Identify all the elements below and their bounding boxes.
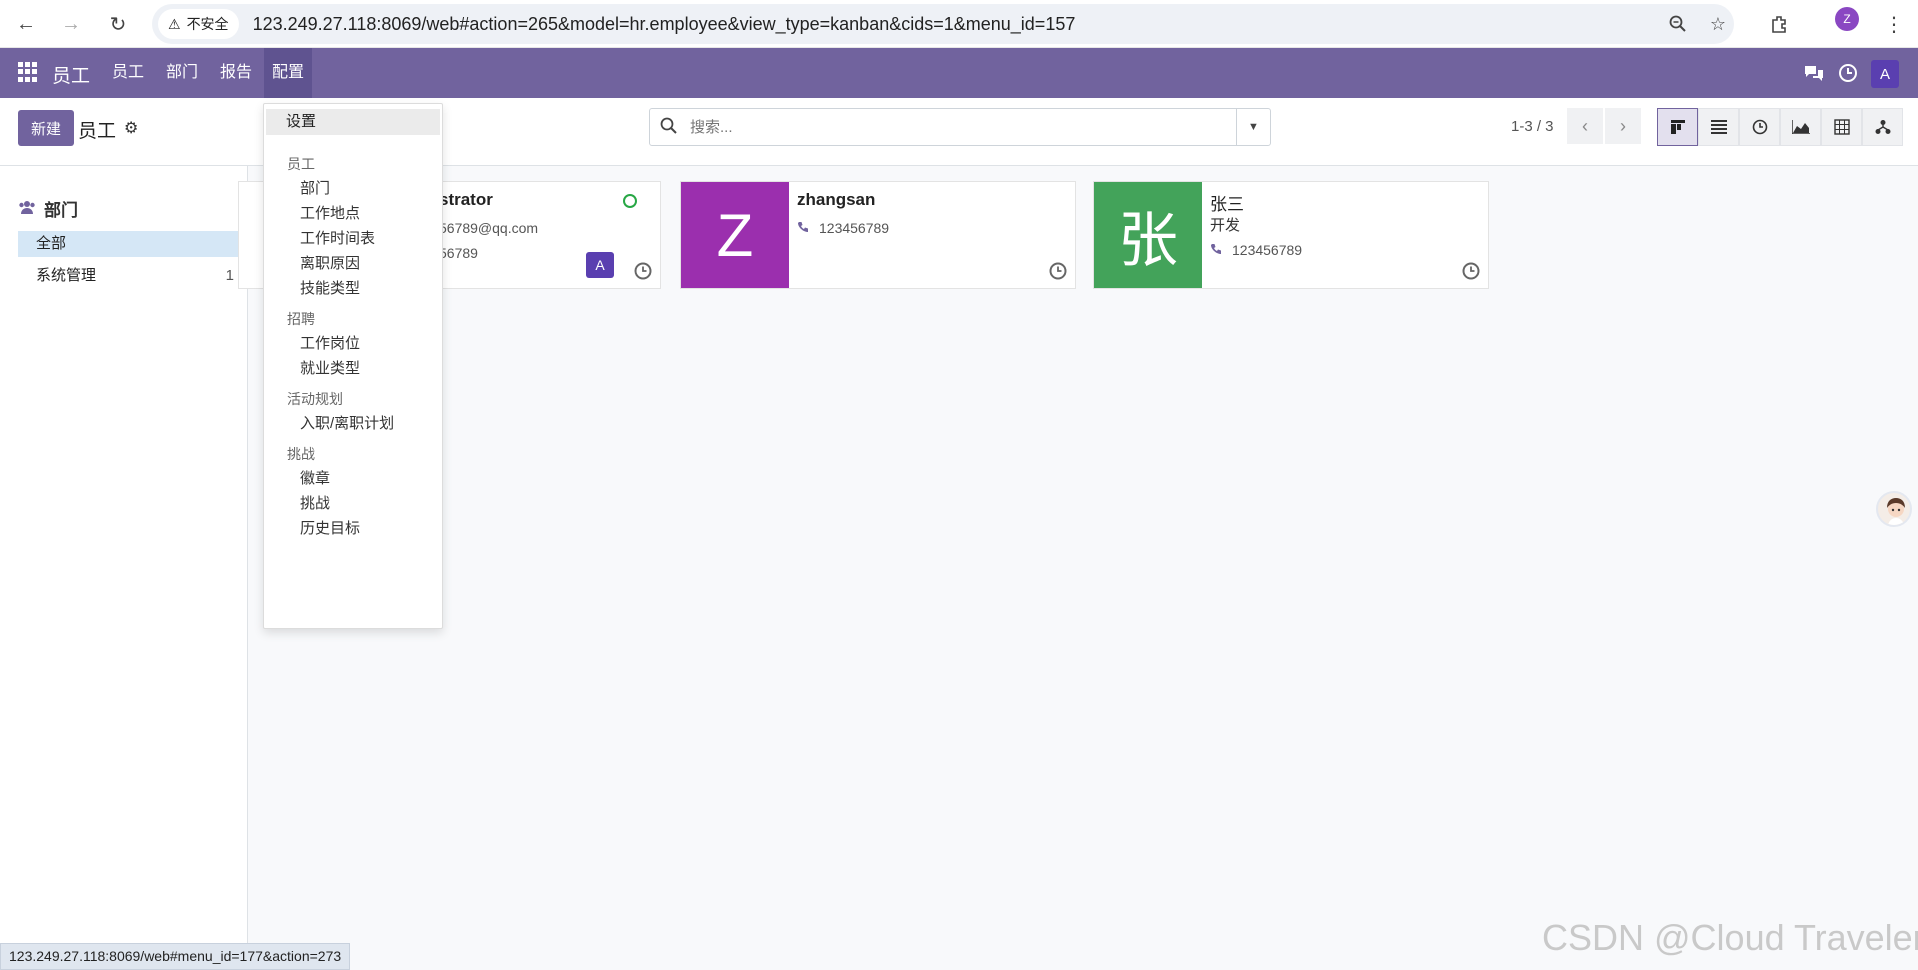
configuration-dropdown: 设置 员工 部门 工作地点 工作时间表 离职原因 技能类型 招聘 工作岗位 就业…: [263, 103, 443, 629]
users-icon: [18, 199, 36, 219]
department-sidebar: 部门 全部 系统管理 1: [0, 166, 248, 970]
menu-reports[interactable]: 报告: [212, 48, 260, 98]
address-bar[interactable]: ⚠ 不安全 123.249.27.118:8069/web#action=265…: [152, 4, 1734, 44]
menu-departments[interactable]: 部门: [158, 48, 206, 98]
dropdown-header: 招聘: [287, 311, 315, 327]
activity-clock-icon[interactable]: [1836, 61, 1860, 85]
main-navbar: 员工 员工 部门 报告 配置 A: [0, 48, 1918, 98]
phone-icon: [797, 220, 809, 236]
dropdown-item-settings[interactable]: 设置: [266, 109, 440, 135]
warning-icon: ⚠: [168, 15, 181, 32]
dropdown-item[interactable]: 离职原因: [300, 252, 360, 273]
search-box: ▼: [649, 108, 1271, 146]
dropdown-item[interactable]: 入职/离职计划: [300, 412, 394, 433]
employee-card[interactable]: 张 张三 开发 123456789: [1093, 181, 1489, 289]
employee-name: strator: [439, 190, 493, 209]
sidebar-item-all[interactable]: 全部: [18, 231, 242, 257]
graph-view-icon[interactable]: [1780, 108, 1821, 146]
back-icon[interactable]: ←: [8, 6, 44, 42]
menu-employees[interactable]: 员工: [104, 48, 152, 98]
gear-icon[interactable]: ⚙: [124, 118, 138, 138]
forward-icon[interactable]: →: [53, 6, 89, 42]
link-status-bar: 123.249.27.118:8069/web#menu_id=177&acti…: [0, 943, 351, 970]
pivot-view-icon[interactable]: [1821, 108, 1862, 146]
dropdown-item[interactable]: 就业类型: [300, 357, 360, 378]
presence-status-icon: [623, 194, 637, 208]
pager-next-icon[interactable]: ›: [1605, 108, 1641, 144]
url-text[interactable]: 123.249.27.118:8069/web#action=265&model…: [253, 14, 1076, 35]
sidebar-header: 部门: [18, 196, 78, 221]
user-badge: A: [586, 252, 614, 278]
kanban-area: strator 56789@qq.com 56789 A Z zhangsan …: [238, 166, 1918, 970]
menu-configuration[interactable]: 配置: [264, 48, 313, 98]
assistant-avatar-icon[interactable]: [1876, 491, 1912, 527]
employee-name: 张三: [1210, 195, 1244, 214]
dropdown-item[interactable]: 工作地点: [300, 202, 360, 223]
employee-phone-line: 123456789: [797, 220, 889, 236]
chat-icon[interactable]: [1802, 61, 1826, 85]
list-view-icon[interactable]: [1698, 108, 1739, 146]
employee-phone-line: 123456789: [1210, 242, 1302, 258]
bookmark-star-icon[interactable]: ☆: [1704, 10, 1732, 38]
search-icon: [660, 117, 678, 139]
zoom-icon[interactable]: [1664, 10, 1692, 38]
sidebar-item-system-admin[interactable]: 系统管理 1: [18, 263, 242, 289]
profile-avatar[interactable]: Z: [1835, 7, 1859, 31]
employee-avatar: Z: [681, 182, 789, 288]
security-chip[interactable]: ⚠ 不安全: [158, 9, 239, 39]
dropdown-header: 员工: [287, 156, 315, 172]
dropdown-item[interactable]: 工作岗位: [300, 332, 360, 353]
employee-email: 56789@qq.com: [439, 220, 539, 236]
insecure-label: 不安全: [186, 16, 229, 32]
activity-view-icon[interactable]: [1739, 108, 1780, 146]
kebab-menu-icon[interactable]: ⋮: [1876, 6, 1912, 42]
view-switcher: [1657, 108, 1903, 146]
apps-grid-icon[interactable]: [18, 62, 38, 82]
employee-phone: 56789: [439, 245, 478, 261]
pager-previous-icon[interactable]: ‹: [1567, 108, 1603, 144]
employee-card[interactable]: Z zhangsan 123456789: [680, 181, 1076, 289]
dropdown-item[interactable]: 徽章: [300, 467, 330, 488]
sidebar-item-label: 系统管理: [36, 267, 97, 284]
dropdown-item[interactable]: 挑战: [300, 492, 330, 513]
pager-value[interactable]: 1-3 / 3: [1511, 118, 1554, 135]
page-title: 员工: [78, 121, 117, 142]
new-button[interactable]: 新建: [18, 110, 74, 146]
phone-icon: [1210, 242, 1222, 258]
dropdown-item[interactable]: 部门: [300, 177, 330, 198]
activity-clock-icon[interactable]: [634, 262, 652, 280]
sidebar-item-count: 1: [225, 267, 234, 284]
dropdown-header: 挑战: [287, 446, 315, 462]
employee-phone: 123456789: [1232, 242, 1303, 258]
employee-job: 开发: [1210, 217, 1241, 234]
activity-clock-icon[interactable]: [1462, 262, 1480, 280]
sidebar-item-label: 全部: [36, 235, 67, 252]
sidebar-header-label: 部门: [44, 201, 78, 220]
activity-clock-icon[interactable]: [1049, 262, 1067, 280]
dropdown-item[interactable]: 技能类型: [300, 277, 360, 298]
browser-toolbar: ← → ↻ ⚠ 不安全 123.249.27.118:8069/web#acti…: [0, 0, 1918, 48]
search-options-toggle[interactable]: ▼: [1236, 109, 1270, 145]
watermark: CSDN @Cloud Traveler: [1542, 917, 1918, 958]
employee-name: zhangsan: [797, 190, 876, 209]
hierarchy-view-icon[interactable]: [1862, 108, 1903, 146]
employee-avatar: 张: [1094, 182, 1202, 288]
user-avatar[interactable]: A: [1871, 60, 1899, 88]
dropdown-item[interactable]: 工作时间表: [300, 227, 375, 248]
reload-icon[interactable]: ↻: [100, 6, 136, 42]
kanban-view-icon[interactable]: [1657, 108, 1698, 146]
dropdown-header: 活动规划: [287, 391, 343, 407]
extensions-icon[interactable]: [1762, 6, 1798, 42]
dropdown-item[interactable]: 历史目标: [300, 517, 360, 538]
employee-phone: 123456789: [819, 220, 890, 236]
app-brand[interactable]: 员工: [52, 61, 90, 88]
search-input[interactable]: [690, 116, 1210, 138]
